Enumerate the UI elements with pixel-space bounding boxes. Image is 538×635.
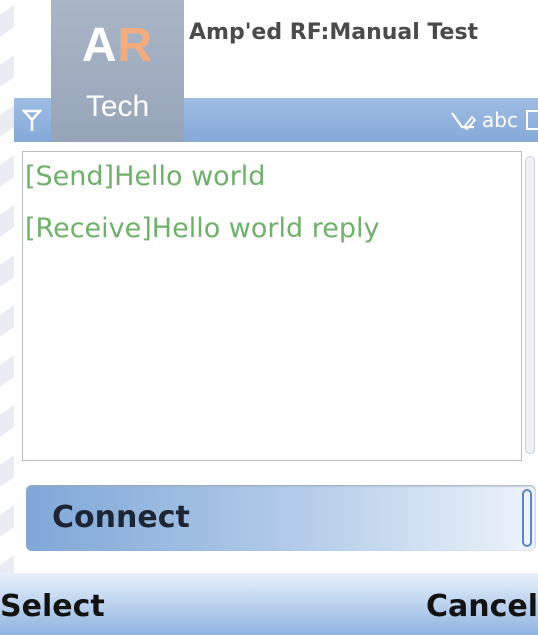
pen-icon — [451, 112, 477, 131]
log-line-send: [Send]Hello world — [25, 161, 266, 192]
status-indicators: abc — [450, 106, 538, 134]
app-header: abc AR Tech Amp'ed RF:Manual Test — [14, 0, 538, 142]
logo-letter-r: R — [117, 19, 154, 72]
signal-antenna-icon — [21, 106, 43, 134]
softkey-bar: Select Cancel — [0, 573, 538, 635]
main-content: [Send]Hello world [Receive]Hello world r… — [14, 142, 538, 473]
decorative-stripes — [0, 0, 24, 635]
battery-icon — [526, 110, 538, 130]
message-log[interactable]: [Send]Hello world [Receive]Hello world r… — [22, 151, 522, 461]
log-scrollbar[interactable] — [525, 156, 535, 454]
connect-label: Connect — [52, 500, 190, 535]
connect-option[interactable]: Connect — [26, 485, 536, 551]
connect-scroll-indicator — [522, 489, 532, 547]
phone-screen: abc AR Tech Amp'ed RF:Manual Test [Send]… — [0, 0, 538, 635]
logo-letters: AR — [51, 22, 184, 70]
app-title: Amp'ed RF:Manual Test — [189, 20, 479, 45]
artech-logo: AR Tech — [51, 0, 184, 142]
logo-tech-text: Tech — [85, 90, 150, 123]
cancel-softkey[interactable]: Cancel — [426, 587, 538, 627]
connect-area: Connect — [14, 473, 538, 573]
input-mode-indicator: abc — [482, 108, 518, 132]
select-softkey[interactable]: Select — [0, 587, 105, 627]
logo-letter-a: A — [81, 19, 118, 72]
log-line-receive: [Receive]Hello world reply — [25, 213, 380, 244]
